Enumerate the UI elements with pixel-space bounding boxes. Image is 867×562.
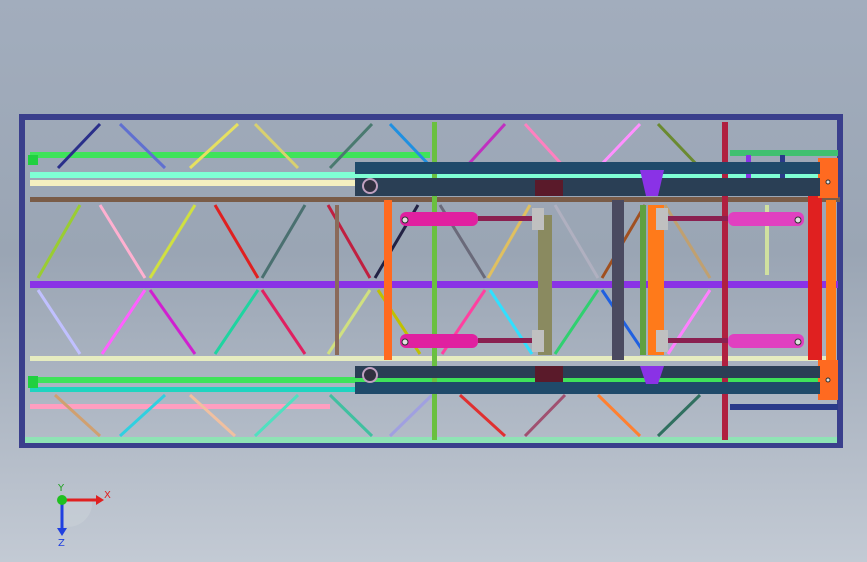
left-post-green (28, 155, 38, 165)
coordinate-triad: X Y Z (57, 483, 111, 549)
bottom-bracing (53, 393, 702, 438)
carriage-beam-top (355, 162, 820, 174)
vertical-post-gray (335, 205, 339, 355)
roller-top-left (362, 178, 378, 194)
truss-frame-model[interactable] (0, 0, 867, 562)
right-end-red (808, 190, 822, 360)
triad-shadow (62, 500, 93, 527)
cylinder-lower-left (400, 330, 544, 352)
carriage-rail-bottom (355, 382, 820, 394)
right-end-beam (826, 200, 836, 360)
vertical-post-slate (612, 200, 624, 360)
y-axis-label: Y (57, 483, 65, 494)
cylinder-upper-left (400, 208, 544, 230)
roller-bottom-left (362, 367, 378, 383)
vertical-post-green-2 (640, 205, 646, 355)
left-post-green-2 (28, 376, 38, 388)
top-chord-green (30, 152, 430, 158)
top-bracing (56, 122, 702, 170)
carriage-block-bottom-1 (535, 366, 563, 382)
y-axis-icon (57, 495, 67, 505)
z-arrow-icon (57, 528, 67, 536)
carriage-rail-top (355, 178, 820, 196)
cylinder-lower-right (656, 330, 804, 352)
carriage-beam-bottom (355, 366, 820, 378)
upper-rail-cream (30, 180, 360, 186)
cad-viewport[interactable]: X Y Z (0, 0, 867, 562)
upper-web-bracing (36, 204, 712, 279)
carriage-block-top-1 (535, 180, 563, 196)
x-arrow-icon (96, 495, 104, 505)
x-axis-label: X (104, 490, 111, 501)
lower-web-bracing (36, 289, 712, 355)
right-end-orange-top (818, 158, 838, 198)
z-axis-label: Z (58, 538, 65, 549)
vertical-post-orange-left (384, 200, 392, 360)
lower-rail-navy (730, 404, 838, 410)
bottom-chord (25, 437, 837, 443)
lower-rail-cream (30, 356, 830, 361)
